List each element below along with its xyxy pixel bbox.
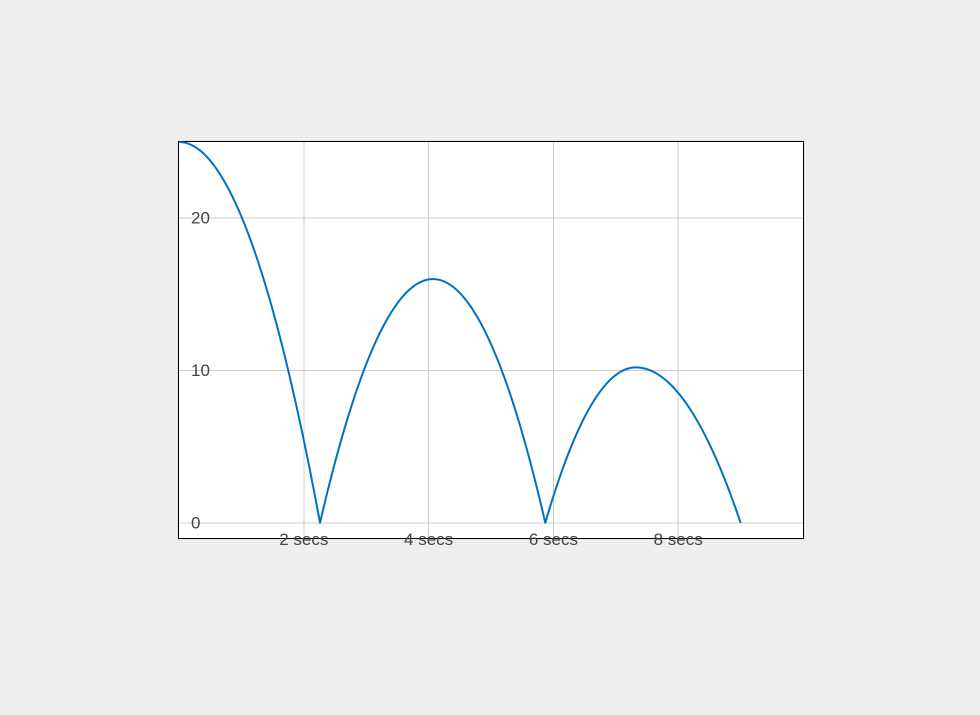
x-tick-label: 8 secs xyxy=(654,530,703,549)
x-tick-label: 6 secs xyxy=(529,530,578,549)
data-curve xyxy=(179,142,741,523)
tick-labels: 2 secs 4 secs 6 secs 8 secs 0 10 20 xyxy=(191,209,703,549)
axis-ticks xyxy=(179,142,803,538)
y-tick-label: 20 xyxy=(191,209,210,228)
x-tick-label: 4 secs xyxy=(404,530,453,549)
grid-lines xyxy=(179,142,803,538)
x-tick-label: 2 secs xyxy=(279,530,328,549)
y-tick-label: 0 xyxy=(191,513,200,532)
plot-axes: 2 secs4 secs6 secs8 secs01020 xyxy=(178,141,804,539)
y-tick-label: 10 xyxy=(191,361,210,380)
